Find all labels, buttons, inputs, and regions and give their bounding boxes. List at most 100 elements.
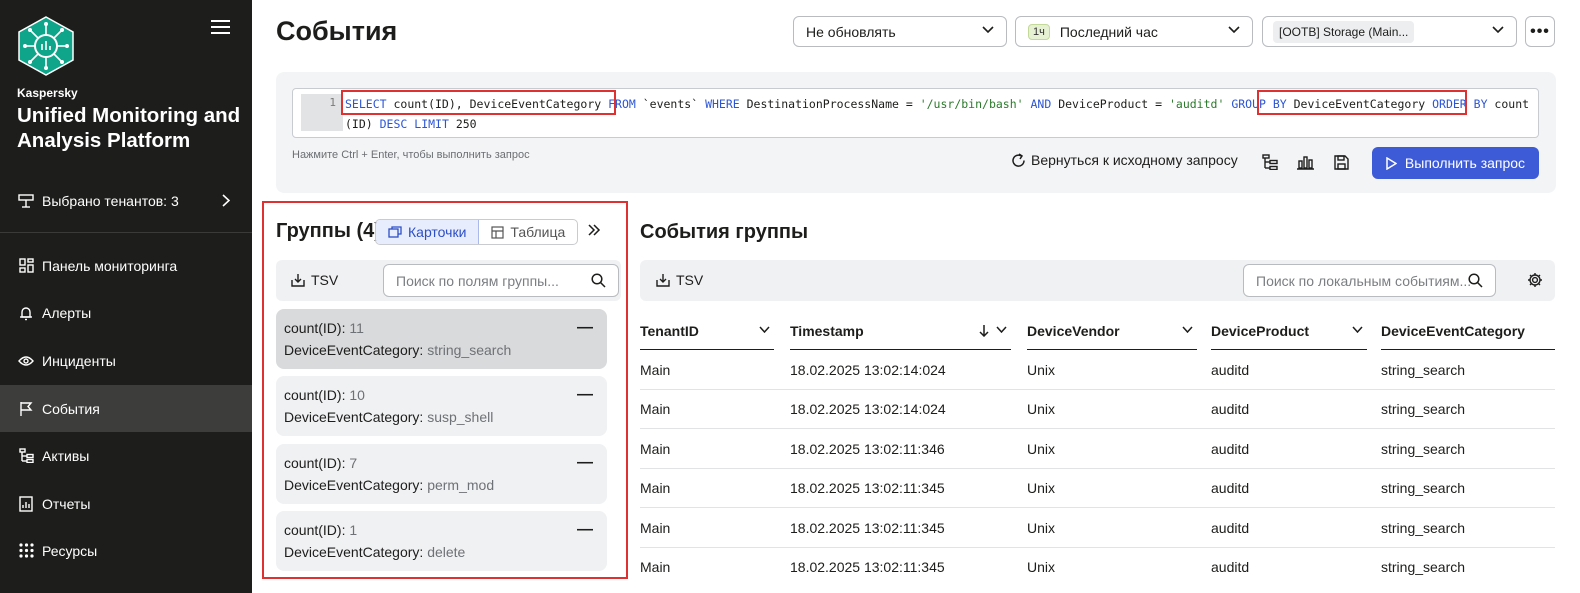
sidebar-item-resources[interactable]: Ресурсы <box>0 527 252 574</box>
tree-icon <box>18 448 34 464</box>
sidebar-item-events[interactable]: События <box>0 385 252 432</box>
count-value: 10 <box>349 387 365 403</box>
cell-deviceeventcategory: string_search <box>1381 441 1466 457</box>
view-cards-button[interactable]: Карточки <box>376 220 480 244</box>
group-card-count: count(ID): 10 <box>284 384 599 406</box>
column-header-deviceeventcategory[interactable]: DeviceEventCategory <box>1381 320 1555 350</box>
category-value: string_search <box>427 342 512 358</box>
reset-query-button[interactable]: Вернуться к исходному запросу <box>1011 152 1238 168</box>
column-header-devicevendor[interactable]: DeviceVendor <box>1027 320 1197 350</box>
table-row[interactable]: Main 18.02.2025 13:02:11:345 Unix auditd… <box>640 508 1555 548</box>
count-key: count(ID): <box>284 387 346 403</box>
sidebar-item-reports[interactable]: Отчеты <box>0 480 252 527</box>
more-options-button[interactable]: ••• <box>1525 16 1555 47</box>
groups-tsv-button[interactable]: TSV <box>291 272 338 288</box>
flag-icon <box>18 401 34 417</box>
refresh-select[interactable]: Не обновлять <box>793 16 1007 47</box>
sidebar-item-assets[interactable]: Активы <box>0 432 252 479</box>
group-card-count: count(ID): 11 <box>284 317 599 339</box>
chart-icon[interactable] <box>1295 152 1315 172</box>
report-icon <box>18 495 34 512</box>
cell-devicevendor: Unix <box>1027 401 1056 417</box>
cell-devicevendor: Unix <box>1027 441 1056 457</box>
group-card[interactable]: count(ID): 10 DeviceEventCategory: susp_… <box>276 376 607 436</box>
group-card-category: DeviceEventCategory: string_search <box>284 339 599 361</box>
group-card-category: DeviceEventCategory: perm_mod <box>284 474 599 496</box>
tenants-selector[interactable]: Выбрано тенантов: 3 <box>0 180 252 222</box>
count-value: 1 <box>349 522 358 538</box>
cell-deviceproduct: auditd <box>1211 480 1250 496</box>
bell-icon <box>18 305 34 321</box>
table-row[interactable]: Main 18.02.2025 13:02:14:024 Unix auditd… <box>640 350 1555 390</box>
eye-icon <box>18 353 34 369</box>
group-card-category: DeviceEventCategory: delete <box>284 541 599 563</box>
table-row[interactable]: Main 18.02.2025 13:02:14:024 Unix auditd… <box>640 389 1555 429</box>
category-key: DeviceEventCategory: <box>284 342 424 358</box>
period-select[interactable]: 1ч Последний час <box>1015 16 1253 47</box>
page-title: События <box>276 16 398 46</box>
group-card[interactable]: count(ID): 11 DeviceEventCategory: strin… <box>276 309 607 369</box>
column-label: TenantID <box>640 323 699 339</box>
cell-timestamp: 18.02.2025 13:02:11:346 <box>790 441 945 457</box>
chevron-down-icon <box>1228 26 1240 34</box>
sidebar-item-alerts[interactable]: Алерты <box>0 289 252 336</box>
category-key: DeviceEventCategory: <box>284 409 424 425</box>
group-card[interactable]: count(ID): 7 DeviceEventCategory: perm_m… <box>276 444 607 504</box>
sidebar-item-label: Панель мониторинга <box>42 257 178 274</box>
gear-icon[interactable] <box>1527 272 1543 293</box>
category-key: DeviceEventCategory: <box>284 477 424 493</box>
run-query-button[interactable]: Выполнить запрос <box>1372 147 1539 179</box>
highlight-select-clause <box>341 90 616 115</box>
group-card-count: count(ID): 7 <box>284 452 599 474</box>
collapse-panel-icon[interactable] <box>587 223 601 241</box>
column-label: DeviceProduct <box>1211 323 1310 339</box>
table-row[interactable]: Main 18.02.2025 13:02:11:346 Unix auditd… <box>640 429 1555 469</box>
play-icon <box>1386 156 1397 170</box>
sidebar-item-incidents[interactable]: Инциденты <box>0 337 252 384</box>
storage-select[interactable]: [OOTB] Storage (Main... <box>1262 16 1517 47</box>
column-header-timestamp[interactable]: Timestamp <box>790 320 1011 350</box>
kuma-logo-icon <box>18 16 74 76</box>
events-tsv-button[interactable]: TSV <box>656 272 703 288</box>
cell-tenantid: Main <box>640 362 671 378</box>
minus-icon[interactable]: — <box>577 317 593 339</box>
cell-tenantid: Main <box>640 520 671 536</box>
sidebar-divider <box>0 232 252 233</box>
download-icon <box>656 274 670 287</box>
cell-devicevendor: Unix <box>1027 480 1056 496</box>
search-icon <box>1468 273 1483 288</box>
view-table-button[interactable]: Таблица <box>479 220 577 244</box>
column-header-tenantid[interactable]: TenantID <box>640 320 774 350</box>
menu-burger-icon[interactable] <box>211 20 230 35</box>
column-label: Timestamp <box>790 323 864 339</box>
count-value: 7 <box>349 455 358 471</box>
minus-icon[interactable]: — <box>577 384 593 406</box>
cell-deviceeventcategory: string_search <box>1381 401 1466 417</box>
chevron-down-icon <box>996 326 1007 333</box>
save-icon[interactable] <box>1331 152 1351 172</box>
column-header-deviceproduct[interactable]: DeviceProduct <box>1211 320 1367 350</box>
storage-chip: [OOTB] Storage (Main... <box>1273 20 1415 43</box>
group-card[interactable]: count(ID): 1 DeviceEventCategory: delete… <box>276 511 607 571</box>
cell-deviceproduct: auditd <box>1211 401 1250 417</box>
table-row[interactable]: Main 18.02.2025 13:02:11:345 Unix auditd… <box>640 547 1555 587</box>
groups-search-input[interactable]: Поиск по полям группы... <box>383 264 619 297</box>
sidebar-item-label: Алерты <box>42 304 92 321</box>
table-row[interactable]: Main 18.02.2025 13:02:11:345 Unix auditd… <box>640 468 1555 508</box>
events-search-input[interactable]: Поиск по локальным событиям... <box>1243 264 1496 297</box>
chevron-down-icon <box>982 26 994 34</box>
cell-devicevendor: Unix <box>1027 520 1056 536</box>
search-icon <box>591 273 606 288</box>
sidebar-item-label: События <box>42 400 100 417</box>
category-value: susp_shell <box>427 409 494 425</box>
tsv-label: TSV <box>311 272 339 288</box>
sidebar-item-label: Отчеты <box>42 495 91 512</box>
category-value: delete <box>427 544 466 560</box>
tree-view-icon[interactable] <box>1260 152 1280 172</box>
minus-icon[interactable]: — <box>577 452 593 474</box>
sidebar-item-dashboard[interactable]: Панель мониторинга <box>0 242 252 289</box>
period-select-value: Последний час <box>1059 23 1158 40</box>
cell-tenantid: Main <box>640 401 671 417</box>
cards-icon <box>388 226 402 238</box>
minus-icon[interactable]: — <box>577 519 593 541</box>
